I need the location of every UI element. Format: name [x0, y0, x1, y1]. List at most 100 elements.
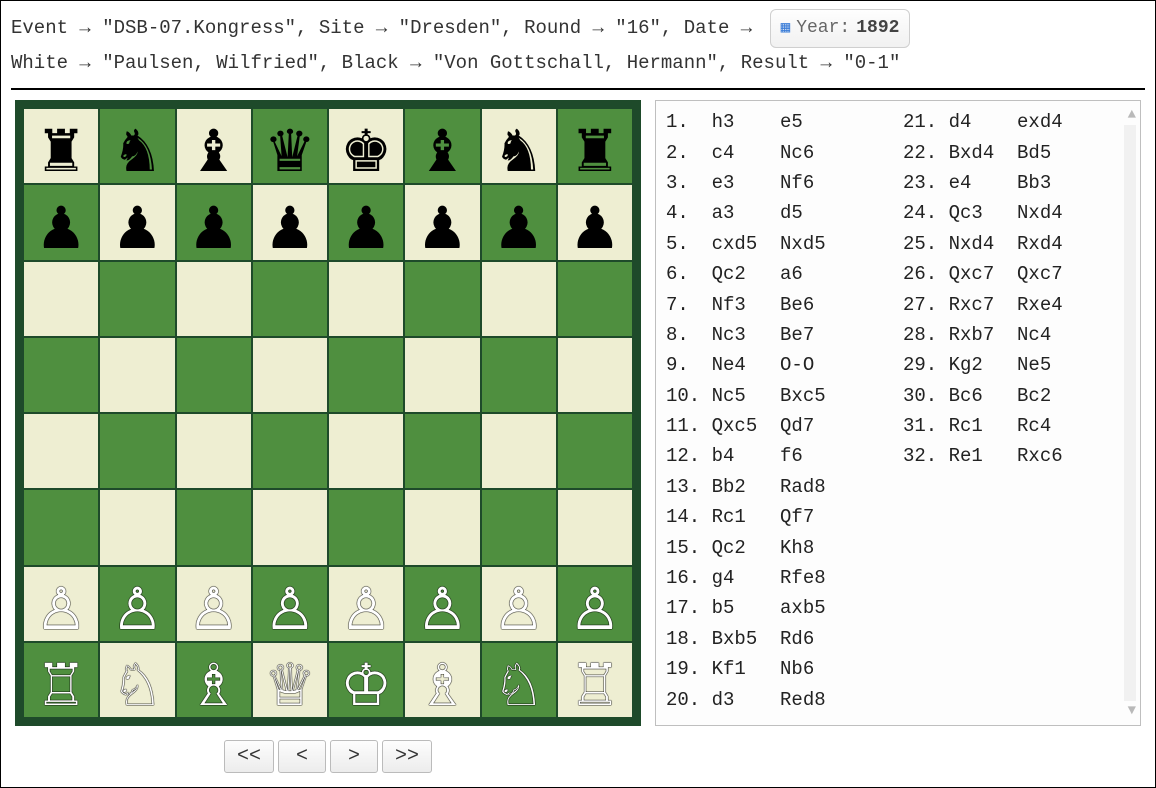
move-row[interactable]: 2. c4 Nc6 [666, 138, 893, 168]
board-square[interactable] [404, 337, 480, 413]
piece[interactable]: ♟ [35, 194, 87, 252]
board-square[interactable]: ♟ [99, 184, 175, 260]
piece[interactable]: ♟ [416, 194, 468, 252]
board-square[interactable]: ♘ [99, 642, 175, 718]
piece[interactable]: ♕ [264, 651, 316, 709]
nav-first-button[interactable]: << [224, 740, 274, 773]
board-square[interactable] [404, 261, 480, 337]
move-row[interactable]: 29. Kg2 Ne5 [903, 350, 1130, 380]
board-square[interactable] [557, 261, 633, 337]
board-square[interactable] [99, 261, 175, 337]
header-field-event: Event → "DSB-07.Kongress", [11, 13, 319, 43]
move-row[interactable]: 10. Nc5 Bxc5 [666, 381, 893, 411]
move-row[interactable]: 26. Qxc7 Qxc7 [903, 259, 1130, 289]
move-row[interactable]: 12. b4 f6 [666, 441, 893, 471]
move-row[interactable]: 14. Rc1 Qf7 [666, 502, 893, 532]
scroll-down-icon[interactable]: ▼ [1128, 703, 1136, 719]
board-square[interactable] [252, 261, 328, 337]
nav-prev-button[interactable]: < [278, 740, 326, 773]
move-row[interactable]: 4. a3 d5 [666, 198, 893, 228]
piece[interactable]: ♟ [188, 194, 240, 252]
move-row[interactable]: 7. Nf3 Be6 [666, 290, 893, 320]
board-square[interactable] [328, 413, 404, 489]
piece[interactable]: ♔ [340, 651, 392, 709]
move-row[interactable]: 17. b5 axb5 [666, 593, 893, 623]
board-square[interactable]: ♗ [176, 642, 252, 718]
move-row[interactable]: 11. Qxc5 Qd7 [666, 411, 893, 441]
board-square[interactable] [252, 337, 328, 413]
piece[interactable]: ♟ [493, 194, 545, 252]
piece[interactable]: ♘ [111, 651, 163, 709]
piece[interactable]: ♘ [493, 651, 545, 709]
move-row[interactable]: 28. Rxb7 Nc4 [903, 320, 1130, 350]
move-row[interactable]: 31. Rc1 Rc4 [903, 411, 1130, 441]
scroll-track[interactable] [1124, 125, 1136, 701]
board-square[interactable] [557, 413, 633, 489]
year-badge[interactable]: ▦Year: 1892 [770, 9, 911, 48]
move-row[interactable]: 16. g4 Rfe8 [666, 563, 893, 593]
scroll-up-icon[interactable]: ▲ [1128, 107, 1136, 123]
board-square[interactable] [176, 413, 252, 489]
move-row[interactable]: 5. cxd5 Nxd5 [666, 229, 893, 259]
move-row[interactable]: 24. Qc3 Nxd4 [903, 198, 1130, 228]
piece[interactable]: ♟ [569, 194, 621, 252]
board-square[interactable]: ♟ [252, 184, 328, 260]
move-row[interactable]: 32. Re1 Rxc6 [903, 441, 1130, 471]
piece[interactable]: ♟ [264, 194, 316, 252]
move-row[interactable]: 6. Qc2 a6 [666, 259, 893, 289]
move-row[interactable]: 21. d4 exd4 [903, 107, 1130, 137]
board-square[interactable] [404, 413, 480, 489]
board-square[interactable] [99, 337, 175, 413]
board-square[interactable]: ♟ [481, 184, 557, 260]
move-row[interactable]: 8. Nc3 Be7 [666, 320, 893, 350]
board-square[interactable]: ♕ [252, 642, 328, 718]
move-row[interactable]: 25. Nxd4 Rxd4 [903, 229, 1130, 259]
board-square[interactable] [481, 337, 557, 413]
board-square[interactable]: ♖ [23, 642, 99, 718]
move-row[interactable]: 27. Rxc7 Rxe4 [903, 290, 1130, 320]
year-value: 1892 [856, 14, 899, 43]
board-square[interactable] [252, 413, 328, 489]
moves-list[interactable]: 1. h3 e52. c4 Nc63. e3 Nf64. a3 d55. cxd… [666, 107, 1130, 719]
piece[interactable]: ♖ [569, 651, 621, 709]
board-square[interactable] [176, 261, 252, 337]
board-square[interactable] [99, 413, 175, 489]
board-square[interactable]: ♔ [328, 642, 404, 718]
nav-last-button[interactable]: >> [382, 740, 432, 773]
board-square[interactable] [23, 413, 99, 489]
board-square[interactable]: ♟ [404, 184, 480, 260]
move-row[interactable]: 23. e4 Bb3 [903, 168, 1130, 198]
move-row[interactable]: 22. Bxd4 Bd5 [903, 138, 1130, 168]
chess-board[interactable]: ♜♞♝♛♚♝♞♜♟♟♟♟♟♟♟♟♙♙♙♙♙♙♙♙♖♘♗♕♔♗♘♖ [15, 100, 641, 726]
move-row[interactable]: 3. e3 Nf6 [666, 168, 893, 198]
move-row[interactable]: 20. d3 Red8 [666, 685, 893, 715]
board-square[interactable] [481, 413, 557, 489]
move-row[interactable]: 19. Kf1 Nb6 [666, 654, 893, 684]
piece[interactable]: ♖ [35, 651, 87, 709]
board-square[interactable] [481, 261, 557, 337]
piece[interactable]: ♗ [416, 651, 468, 709]
board-square[interactable]: ♟ [557, 184, 633, 260]
move-row[interactable]: 18. Bxb5 Rd6 [666, 624, 893, 654]
nav-next-button[interactable]: > [330, 740, 378, 773]
move-row[interactable]: 1. h3 e5 [666, 107, 893, 137]
board-square[interactable]: ♟ [328, 184, 404, 260]
piece[interactable]: ♟ [111, 194, 163, 252]
board-square[interactable] [557, 337, 633, 413]
board-square[interactable] [176, 337, 252, 413]
board-square[interactable]: ♘ [481, 642, 557, 718]
board-square[interactable]: ♟ [176, 184, 252, 260]
board-square[interactable] [328, 337, 404, 413]
piece[interactable]: ♗ [188, 651, 240, 709]
board-square[interactable] [328, 261, 404, 337]
board-square[interactable] [23, 337, 99, 413]
move-row[interactable]: 30. Bc6 Bc2 [903, 381, 1130, 411]
board-square[interactable] [23, 261, 99, 337]
move-row[interactable]: 13. Bb2 Rad8 [666, 472, 893, 502]
board-square[interactable]: ♗ [404, 642, 480, 718]
board-square[interactable]: ♟ [23, 184, 99, 260]
piece[interactable]: ♟ [340, 194, 392, 252]
board-square[interactable]: ♖ [557, 642, 633, 718]
move-row[interactable]: 9. Ne4 O-O [666, 350, 893, 380]
move-row[interactable]: 15. Qc2 Kh8 [666, 533, 893, 563]
